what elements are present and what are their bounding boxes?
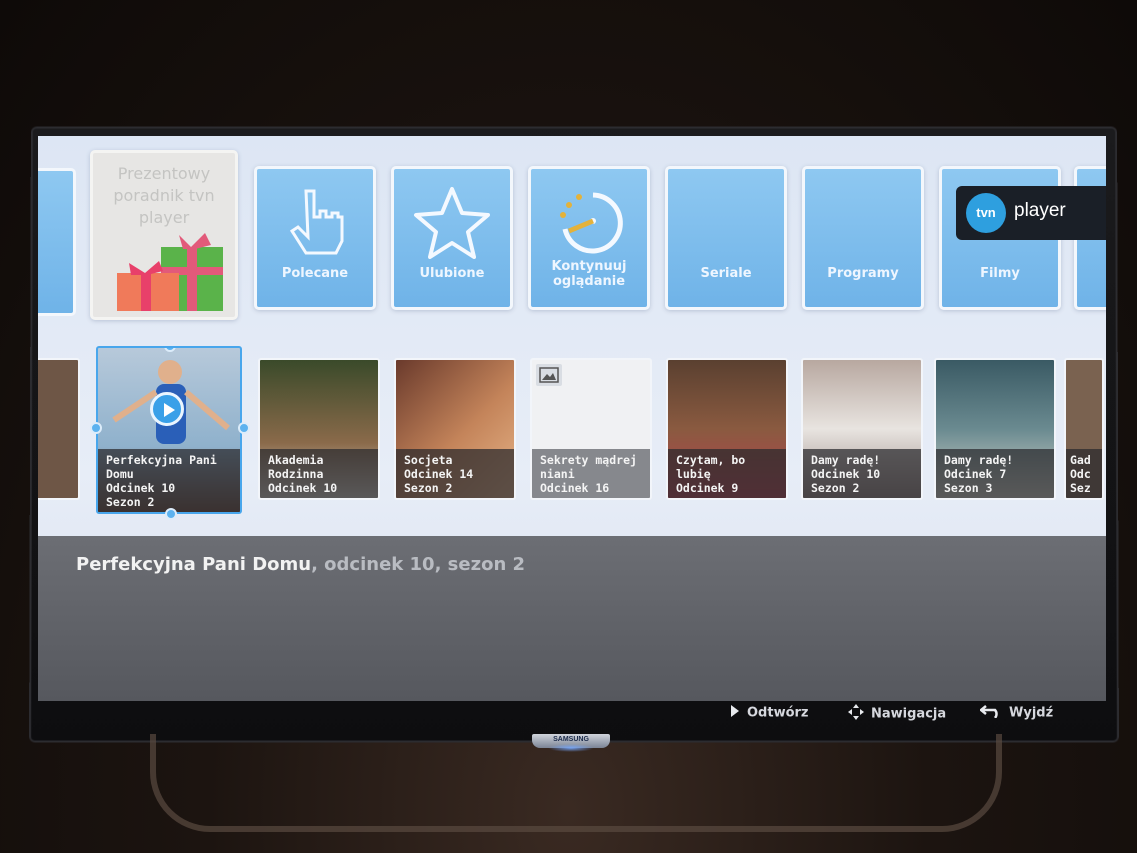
hint-exit-label: Wyjdź (1009, 705, 1054, 721)
hint-navigate[interactable]: Nawigacja (848, 704, 946, 724)
tile-label: Seriale (700, 266, 752, 281)
tile-label: Polecane (281, 266, 349, 281)
episode-caption: Czytam, bo lubię Odcinek 9 (668, 449, 786, 498)
episode-caption: Sekrety mądrej niani Odcinek 16 (532, 449, 650, 498)
tvn-logo: tvn (966, 193, 1006, 233)
episode-thumb[interactable]: Socjeta Odcinek 14 Sezon 2 (394, 358, 516, 500)
episode-caption: Socjeta Odcinek 14 Sezon 2 (396, 449, 514, 498)
hand-pointer-icon (257, 185, 373, 257)
dpad-arrows-icon (848, 704, 864, 724)
episode-thumb[interactable]: Damy radę! Odcinek 10 Sezon 2 (801, 358, 923, 500)
category-row: Prezentowy poradnik tvn player Polecane (38, 146, 1106, 320)
category-tile-partial[interactable] (38, 168, 76, 316)
promo-text: Prezentowy poradnik tvn player (113, 164, 215, 227)
episode-thumb-selected[interactable]: Perfekcyjna Pani Domu Odcinek 10 Sezon 2 (96, 346, 242, 514)
tile-label: Ulubione (419, 266, 485, 281)
nav-down-handle (165, 508, 177, 520)
info-bar: Perfekcyjna Pani Domu, odcinek 10, sezon… (38, 536, 1106, 701)
episode-caption: Akademia Rodzinna Odcinek 10 (260, 449, 378, 498)
star-icon (394, 185, 510, 259)
gift-icon (117, 233, 223, 311)
episode-caption: Damy radę! Odcinek 10 Sezon 2 (803, 449, 921, 498)
tile-seriale[interactable]: Seriale (665, 166, 787, 310)
episode-caption: Perfekcyjna Pani Domu Odcinek 10 Sezon 2 (98, 449, 240, 512)
title-main: Perfekcyjna Pani Domu (76, 554, 312, 575)
return-arrow-icon (978, 704, 1002, 722)
title-sub: , odcinek 10, sezon 2 (311, 554, 526, 575)
episode-thumb[interactable]: Akademia Rodzinna Odcinek 10 (258, 358, 380, 500)
tile-label: Filmy (980, 266, 1020, 281)
power-led (548, 744, 594, 752)
play-triangle-icon (730, 704, 740, 722)
episode-thumb-partial[interactable] (38, 358, 80, 500)
tv-screen: Prezentowy poradnik tvn player Polecane (38, 136, 1106, 701)
episode-thumb[interactable]: Sekrety mądrej niani Odcinek 16 (530, 358, 652, 500)
remote-hints-bar: Odtwórz Nawigacja Wyjdź (38, 700, 1106, 728)
image-placeholder-icon (536, 364, 562, 386)
tile-ulubione[interactable]: Ulubione (391, 166, 513, 310)
hint-open-label: Odtwórz (747, 705, 809, 721)
tile-kontynuuj[interactable]: Kontynuuj oglądanie (528, 166, 650, 310)
episode-caption: Gad Odc Sez (1066, 449, 1102, 498)
nav-left-handle (90, 422, 102, 434)
hint-navigate-label: Nawigacja (871, 706, 947, 722)
tvn-player-badge: tvn player (956, 186, 1106, 240)
episode-thumb-partial[interactable]: Gad Odc Sez (1064, 358, 1104, 500)
nav-right-handle (238, 422, 250, 434)
episode-thumb[interactable]: Damy radę! Odcinek 7 Sezon 3 (934, 358, 1056, 500)
promo-tile[interactable]: Prezentowy poradnik tvn player (90, 150, 238, 320)
tile-programy[interactable]: Programy (802, 166, 924, 310)
tvn-player-text: player (1014, 200, 1066, 221)
episode-row: Perfekcyjna Pani Domu Odcinek 10 Sezon 2… (38, 346, 1106, 520)
resume-clock-icon (531, 185, 647, 257)
tile-label: Kontynuuj oglądanie (551, 259, 627, 289)
tile-polecane[interactable]: Polecane (254, 166, 376, 310)
hint-exit[interactable]: Wyjdź (978, 704, 1054, 722)
play-icon[interactable] (150, 392, 184, 426)
tile-label: Programy (827, 266, 899, 281)
hint-open[interactable]: Odtwórz (730, 704, 809, 722)
selected-title: Perfekcyjna Pani Domu, odcinek 10, sezon… (76, 554, 525, 575)
episode-caption: Damy radę! Odcinek 7 Sezon 3 (936, 449, 1054, 498)
episode-thumb[interactable]: Czytam, bo lubię Odcinek 9 (666, 358, 788, 500)
